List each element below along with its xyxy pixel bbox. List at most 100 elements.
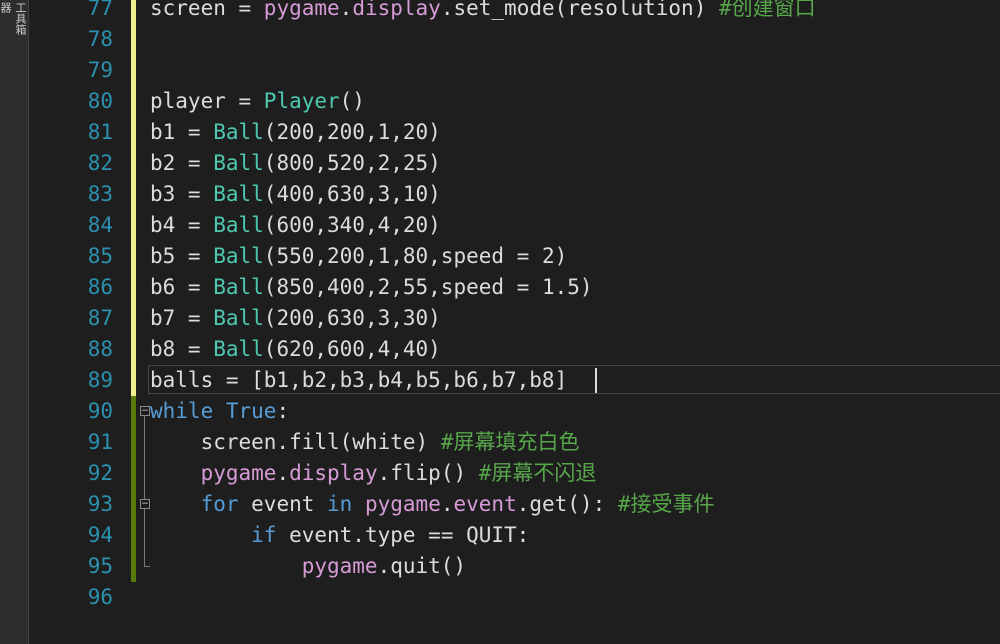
saved-change-marker xyxy=(131,520,136,551)
code-text: b1 = Ball(200,200,1,20) xyxy=(150,117,441,148)
token-kw: in xyxy=(327,492,353,516)
code-line[interactable]: 82 b2 = Ball(800,520,2,25) xyxy=(0,148,1000,179)
line-number: 85 xyxy=(87,244,113,268)
code-line[interactable]: 95 pygame.quit() xyxy=(0,551,1000,582)
token-plain: (550,200,1,80,speed = 2) xyxy=(263,244,568,268)
code-line[interactable]: 94 if event.type == QUIT: xyxy=(0,520,1000,551)
code-line[interactable]: 78 xyxy=(0,24,1000,55)
text-caret xyxy=(595,368,597,393)
code-text: pygame.display.flip() #屏幕不闪退 xyxy=(150,458,597,489)
unsaved-change-marker xyxy=(131,365,136,396)
outline-guide: − xyxy=(140,396,150,427)
token-plain: screen.fill(white) xyxy=(150,430,441,454)
token-plain: .flip() xyxy=(377,461,479,485)
token-kw: for xyxy=(200,492,239,516)
token-cls: Player xyxy=(263,89,340,113)
code-line[interactable]: 88 b8 = Ball(620,600,4,40) xyxy=(0,334,1000,365)
token-kw: True xyxy=(225,399,277,423)
token-plain: (600,340,4,20) xyxy=(263,213,441,237)
code-line[interactable]: 92 pygame.display.flip() #屏幕不闪退 xyxy=(0,458,1000,489)
code-line[interactable]: 84 b4 = Ball(600,340,4,20) xyxy=(0,210,1000,241)
token-cls: Ball xyxy=(213,306,264,330)
token-mod: event xyxy=(453,492,517,516)
token-plain: b5 = xyxy=(150,244,214,268)
outline-guide xyxy=(140,427,150,458)
code-text: b8 = Ball(620,600,4,40) xyxy=(150,334,441,365)
token-plain: event xyxy=(238,492,328,516)
token-plain: b3 = xyxy=(150,182,214,206)
code-line[interactable]: 81 b1 = Ball(200,200,1,20) xyxy=(0,117,1000,148)
code-line[interactable]: 93− for event in pygame.event.get(): #接受… xyxy=(0,489,1000,520)
token-plain: (400,630,3,10) xyxy=(263,182,441,206)
line-number: 92 xyxy=(87,461,113,485)
token-cls: Ball xyxy=(213,337,264,361)
code-line[interactable]: 96 xyxy=(0,582,1000,613)
outline-guide: − xyxy=(140,489,150,520)
token-plain: b7 = xyxy=(150,306,214,330)
unsaved-change-marker xyxy=(131,0,136,24)
line-number: 80 xyxy=(87,89,113,113)
code-line[interactable]: 87 b7 = Ball(200,630,3,30) xyxy=(0,303,1000,334)
line-number: 87 xyxy=(87,306,113,330)
token-plain: (800,520,2,25) xyxy=(263,151,441,175)
token-plain: (850,400,2,55,speed = 1.5) xyxy=(263,275,593,299)
token-mod: pygame xyxy=(301,554,378,578)
token-cmt: #屏幕不闪退 xyxy=(478,461,597,485)
token-cmt: #创建窗口 xyxy=(719,0,816,20)
token-plain: screen = xyxy=(150,0,264,20)
collapse-toggle-icon[interactable]: − xyxy=(140,499,150,509)
token-mod: pygame xyxy=(263,0,340,20)
line-number: 84 xyxy=(87,213,113,237)
unsaved-change-marker xyxy=(131,303,136,334)
collapse-toggle-icon[interactable]: − xyxy=(140,406,150,416)
code-line[interactable]: 86 b6 = Ball(850,400,2,55,speed = 1.5) xyxy=(0,272,1000,303)
token-plain: (200,200,1,20) xyxy=(263,120,441,144)
unsaved-change-marker xyxy=(131,241,136,272)
code-line[interactable]: 89 balls = [b1,b2,b3,b4,b5,b6,b7,b8] xyxy=(0,365,1000,396)
token-plain: .get(): xyxy=(516,492,618,516)
unsaved-change-marker xyxy=(131,55,136,86)
unsaved-change-marker xyxy=(131,86,136,117)
line-number: 89 xyxy=(87,368,113,392)
token-mod: pygame xyxy=(200,461,277,485)
code-line[interactable]: 79 xyxy=(0,55,1000,86)
saved-change-marker xyxy=(131,458,136,489)
unsaved-change-marker xyxy=(131,117,136,148)
token-plain: set_mode(resolution) xyxy=(453,0,719,20)
line-number: 81 xyxy=(87,120,113,144)
token-cmt: #屏幕填充白色 xyxy=(440,430,580,454)
code-text: b5 = Ball(550,200,1,80,speed = 2) xyxy=(150,241,567,272)
code-line[interactable]: 77 screen = pygame.display.set_mode(resol… xyxy=(0,0,1000,24)
line-number: 78 xyxy=(87,27,113,51)
code-line[interactable]: 80 player = Player() xyxy=(0,86,1000,117)
saved-change-marker xyxy=(131,551,136,582)
token-mod: display xyxy=(352,0,441,20)
line-number: 96 xyxy=(87,585,113,609)
code-line[interactable]: 83 b3 = Ball(400,630,3,10) xyxy=(0,179,1000,210)
saved-change-marker xyxy=(131,489,136,520)
token-plain: b6 = xyxy=(150,275,214,299)
code-text: while True: xyxy=(150,396,289,427)
line-number: 83 xyxy=(87,182,113,206)
token-mod: display xyxy=(289,461,378,485)
line-number: 91 xyxy=(87,430,113,454)
unsaved-change-marker xyxy=(131,148,136,179)
token-plain: . xyxy=(339,0,353,20)
token-plain: . xyxy=(440,0,454,20)
unsaved-change-marker xyxy=(131,272,136,303)
token-plain: () xyxy=(339,89,365,113)
code-line[interactable]: 91 screen.fill(white) #屏幕填充白色 xyxy=(0,427,1000,458)
token-cmt: #接受事件 xyxy=(617,492,715,516)
line-number: 90 xyxy=(87,399,113,423)
code-line[interactable]: 90 − while True: xyxy=(0,396,1000,427)
token-plain: player = xyxy=(150,89,264,113)
outline-guide xyxy=(140,458,150,489)
token-cls: Ball xyxy=(213,244,264,268)
line-number: 79 xyxy=(87,58,113,82)
code-text: b4 = Ball(600,340,4,20) xyxy=(150,210,441,241)
code-line[interactable]: 85 b5 = Ball(550,200,1,80,speed = 2) xyxy=(0,241,1000,272)
